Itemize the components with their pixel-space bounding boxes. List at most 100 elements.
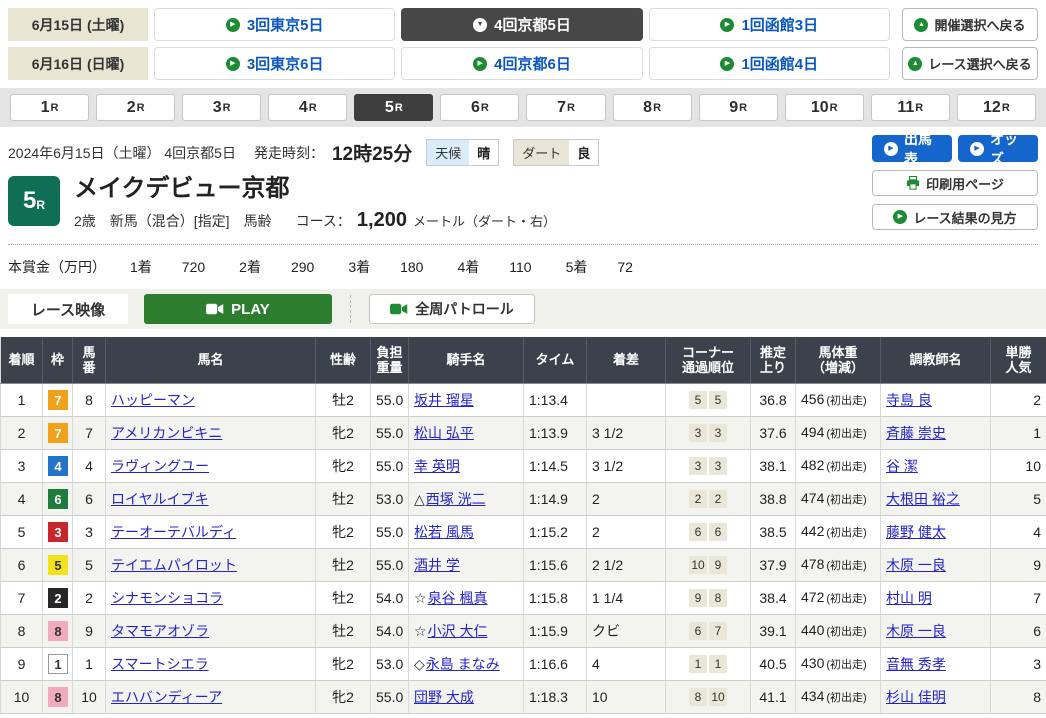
jockey-link[interactable]: 松若 風馬 [414, 524, 474, 540]
race-tab-6r[interactable]: 6R [440, 94, 519, 121]
horse-name-link[interactable]: アメリカンビキニ [111, 425, 222, 441]
trainer-link[interactable]: 音無 秀孝 [886, 656, 946, 672]
meeting-button[interactable]: ▶3回東京6日 [154, 47, 395, 80]
meeting-button[interactable]: ▼4回京都5日 [401, 8, 642, 41]
meeting-button[interactable]: ▶3回東京5日 [154, 8, 395, 41]
odds-rank: 1 [991, 416, 1046, 449]
race-tab-1r[interactable]: 1R [10, 94, 89, 121]
trainer-link[interactable]: 藤野 健太 [886, 524, 946, 540]
jockey-link[interactable]: 幸 英明 [414, 458, 460, 474]
sex-age: 牝2 [316, 647, 371, 680]
trainer-link[interactable]: 木原 一良 [886, 557, 946, 573]
back-button[interactable]: ▲開催選択へ戻る [902, 8, 1038, 41]
trainer-cell: 木原 一良 [881, 614, 991, 647]
race-date-meeting: 2024年6月15日（土曜） 4回京都5日 [8, 143, 236, 163]
finish-position: 1 [1, 383, 43, 416]
video-camera-icon [390, 303, 408, 315]
odds-rank: 3 [991, 647, 1046, 680]
trainer-link[interactable]: 斉藤 崇史 [886, 425, 946, 441]
carried-weight: 54.0 [371, 614, 409, 647]
prize-amount: 290 [291, 259, 314, 275]
horse-name-link[interactable]: エハバンディーア [111, 689, 222, 705]
track-condition-value: 良 [569, 140, 598, 165]
race-tab-number: 2 [127, 99, 136, 117]
print-page-button[interactable]: 印刷用ページ [872, 170, 1038, 196]
horse-name-link[interactable]: ラヴィングユー [111, 458, 209, 474]
jockey-link[interactable]: 酒井 学 [414, 557, 460, 573]
carried-weight: 55.0 [371, 548, 409, 581]
race-tab-5r[interactable]: 5R [354, 94, 433, 121]
race-tab-11r[interactable]: 11R [871, 94, 950, 121]
odds-button[interactable]: ▶ オッズ [958, 135, 1038, 162]
jockey-link[interactable]: 永島 まなみ [426, 656, 500, 672]
corner-position: 6 [709, 523, 727, 541]
meeting-button[interactable]: ▶1回函館4日 [649, 47, 890, 80]
back-button[interactable]: ▲レース選択へ戻る [902, 47, 1038, 80]
race-tab-8r[interactable]: 8R [613, 94, 692, 121]
frame-cell: 4 [43, 449, 73, 482]
date-cell: 6月15日 (土曜) [8, 8, 148, 41]
frame-cell: 8 [43, 614, 73, 647]
horse-name-link[interactable]: スマートシエラ [111, 656, 209, 672]
race-number-suffix: R [36, 198, 45, 212]
race-tab-7r[interactable]: 7R [526, 94, 605, 121]
result-row: 889タマモアオゾラ牡254.0☆小沢 大仁1:15.9クビ6739.1440(… [1, 614, 1046, 647]
race-tab-3r[interactable]: 3R [182, 94, 261, 121]
jockey-link[interactable]: 坂井 瑠星 [414, 392, 474, 408]
finish-time: 1:13.4 [524, 383, 587, 416]
horse-number: 9 [73, 614, 106, 647]
trainer-link[interactable]: 村山 明 [886, 590, 932, 606]
weather-label: 天候 [427, 140, 469, 165]
horse-weight-value: 494 [801, 424, 824, 440]
corner-position: 1 [709, 655, 727, 673]
play-button[interactable]: PLAY [144, 294, 332, 324]
race-tab-suffix: R [653, 102, 661, 114]
jockey-link[interactable]: 西塚 洸二 [426, 491, 486, 507]
jockey-link[interactable]: 団野 大成 [414, 689, 474, 705]
horse-name-link[interactable]: テイエムパイロット [111, 557, 237, 573]
frame-cell: 2 [43, 581, 73, 614]
race-tab-10r[interactable]: 10R [785, 94, 864, 121]
horse-name-link[interactable]: テーオーテバルディ [111, 524, 236, 540]
meeting-button[interactable]: ▶1回函館3日 [649, 8, 890, 41]
jockey-link[interactable]: 泉谷 楓真 [428, 590, 488, 606]
trainer-link[interactable]: 谷 潔 [886, 458, 918, 474]
chevron-up-icon: ▲ [908, 57, 922, 71]
prize-place: 2着 [239, 257, 261, 277]
prize-amount: 72 [617, 259, 633, 275]
race-class: 2歳 新馬（混合）[指定] 馬齢 [74, 211, 272, 231]
trainer-link[interactable]: 杉山 佳明 [886, 689, 946, 705]
result-row: 466ロイヤルイブキ牡253.0△西塚 洸二1:14.922238.8474(初… [1, 482, 1046, 515]
results-guide-button[interactable]: ▶ レース結果の見方 [872, 204, 1038, 230]
frame-badge: 1 [48, 654, 68, 674]
horse-name-link[interactable]: ロイヤルイブキ [111, 491, 209, 507]
patrol-video-button[interactable]: 全周パトロール [369, 294, 535, 324]
horse-weight: 494(初出走) [796, 416, 881, 449]
column-header: タイム [524, 337, 587, 383]
finish-position: 4 [1, 482, 43, 515]
play-button-label: PLAY [231, 301, 270, 318]
race-tab-2r[interactable]: 2R [96, 94, 175, 121]
jockey-cell: 団野 大成 [409, 680, 524, 713]
jockey-link[interactable]: 松山 弘平 [414, 425, 474, 441]
horse-weight-note: (初出走) [826, 395, 866, 407]
horse-name-link[interactable]: タマモアオゾラ [111, 623, 209, 639]
corner-positions: 22 [666, 482, 751, 515]
margin: 4 [587, 647, 666, 680]
race-tab-9r[interactable]: 9R [699, 94, 778, 121]
race-tab-12r[interactable]: 12R [957, 94, 1036, 121]
race-tab-4r[interactable]: 4R [268, 94, 347, 121]
trainer-link[interactable]: 木原 一良 [886, 623, 946, 639]
horse-name-link[interactable]: ハッピーマン [111, 392, 195, 408]
trainer-cell: 大根田 裕之 [881, 482, 991, 515]
frame-badge: 7 [48, 423, 68, 443]
corner-position: 10 [689, 556, 707, 574]
finish-time: 1:15.6 [524, 548, 587, 581]
trainer-link[interactable]: 寺島 良 [886, 392, 932, 408]
entries-button[interactable]: ▶ 出馬表 [872, 135, 952, 162]
horse-name-link[interactable]: シナモンショコラ [111, 590, 223, 606]
jockey-link[interactable]: 小沢 大仁 [428, 623, 488, 639]
trainer-link[interactable]: 大根田 裕之 [886, 491, 960, 507]
horse-weight-note: (初出走) [826, 560, 866, 572]
meeting-button[interactable]: ▶4回京都6日 [401, 47, 642, 80]
